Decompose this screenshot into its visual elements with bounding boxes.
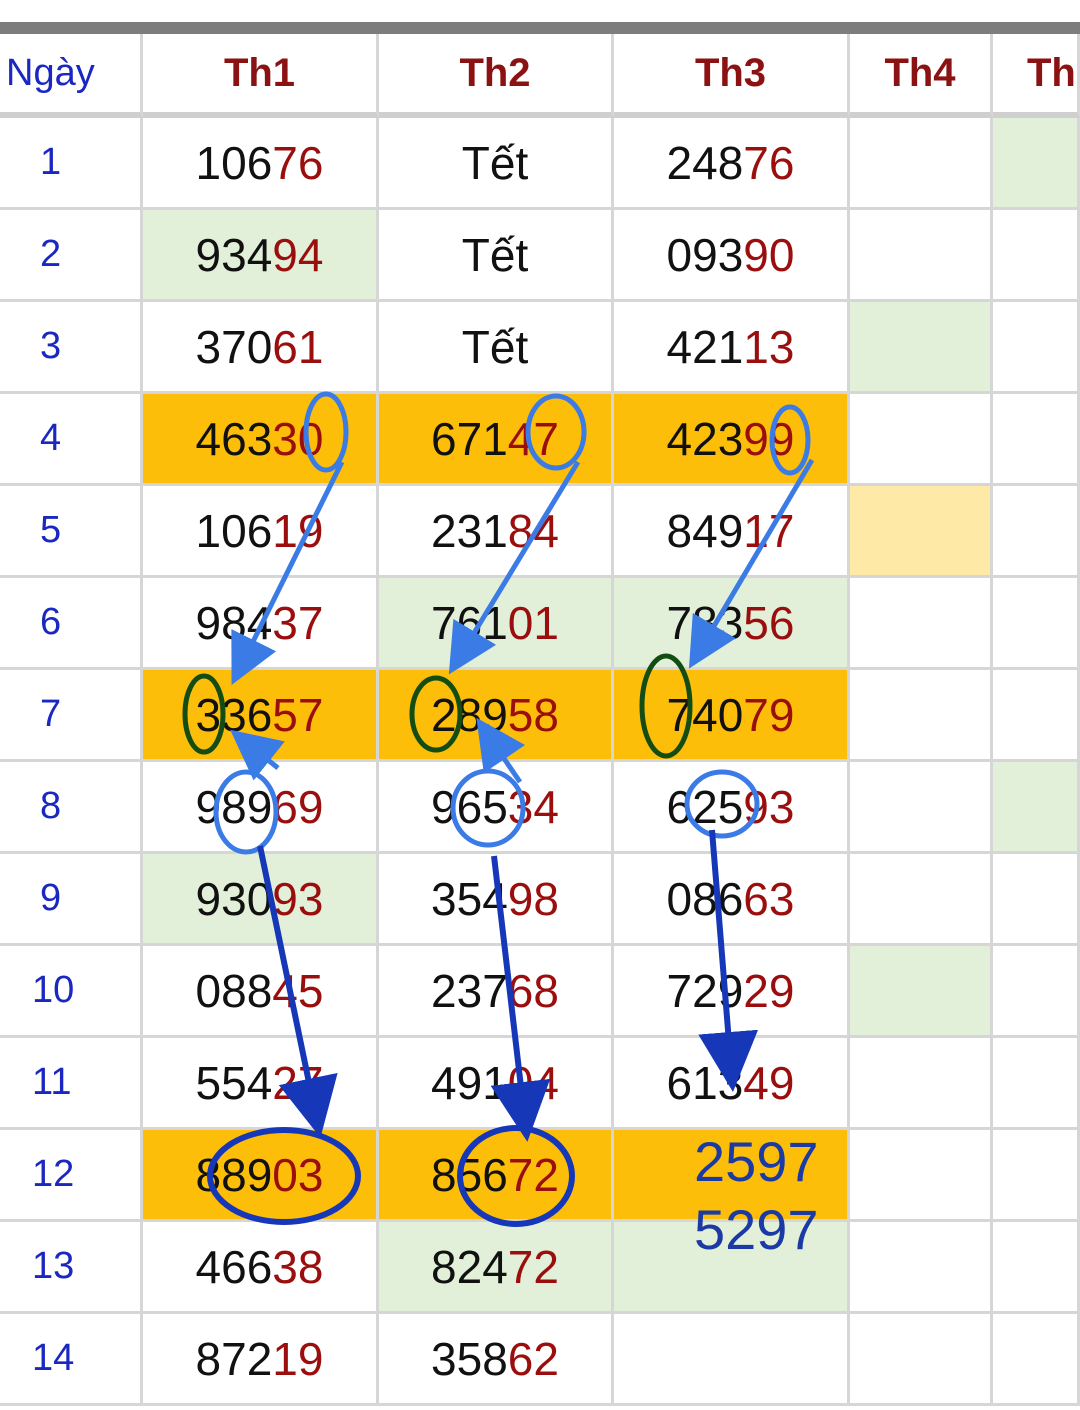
arrow-mark	[448, 460, 581, 675]
circle-mark	[684, 769, 760, 839]
circle-mark	[213, 769, 279, 855]
circle-mark	[303, 391, 349, 473]
circle-mark	[639, 653, 693, 759]
arrow-mark	[257, 845, 338, 1138]
circle-mark	[207, 1127, 361, 1225]
arrow-mark	[490, 855, 551, 1142]
circle-mark	[457, 1125, 575, 1227]
arrow-mark	[231, 460, 345, 685]
circle-mark	[450, 768, 526, 848]
circle-mark	[182, 673, 226, 755]
circle-mark	[769, 404, 811, 476]
arrow-mark	[688, 458, 815, 669]
arrow-mark	[698, 829, 759, 1092]
circle-mark	[409, 675, 463, 753]
circle-mark	[525, 393, 587, 471]
annotation-overlay	[182, 391, 815, 1227]
arrow-mark	[230, 729, 285, 781]
